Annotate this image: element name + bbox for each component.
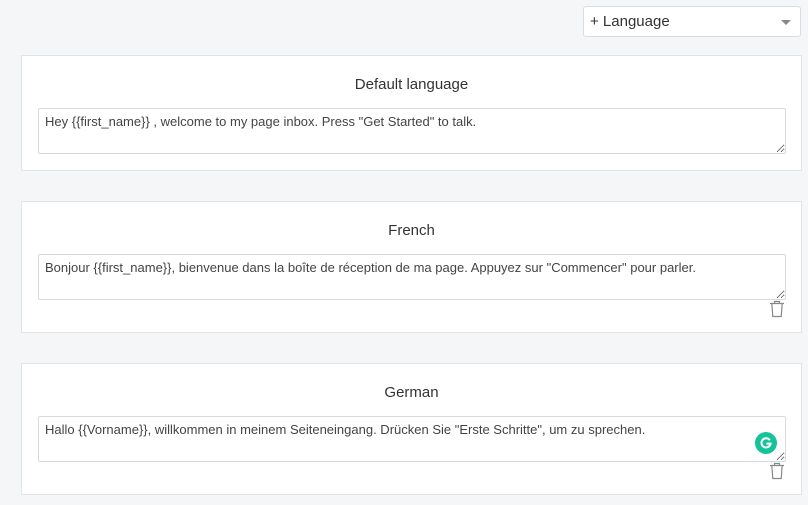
add-language-label: + Language bbox=[590, 13, 670, 30]
trash-icon[interactable] bbox=[769, 300, 785, 318]
card-title-french: French bbox=[388, 222, 435, 239]
default-message-input[interactable]: Hey {{first_name}} , welcome to my page … bbox=[38, 108, 786, 154]
french-message-input[interactable]: Bonjour {{first_name}}, bienvenue dans l… bbox=[38, 254, 786, 300]
trash-icon[interactable] bbox=[769, 462, 785, 480]
chevron-down-icon bbox=[781, 20, 791, 25]
german-message-input[interactable]: Hallo {{Vorname}}, willkommen in meinem … bbox=[38, 416, 786, 462]
card-title-german: German bbox=[384, 384, 439, 401]
french-language-card: French Bonjour {{first_name}}, bienvenue… bbox=[21, 201, 802, 333]
grammarly-icon[interactable] bbox=[755, 432, 777, 454]
german-language-card: German Hallo {{Vorname}}, willkommen in … bbox=[21, 363, 802, 495]
card-title-default: Default language bbox=[354, 76, 469, 93]
add-language-select[interactable]: + Language bbox=[583, 6, 801, 37]
default-language-card: Default language Hey {{first_name}} , we… bbox=[21, 55, 802, 171]
grammarly-glyph bbox=[760, 437, 772, 449]
